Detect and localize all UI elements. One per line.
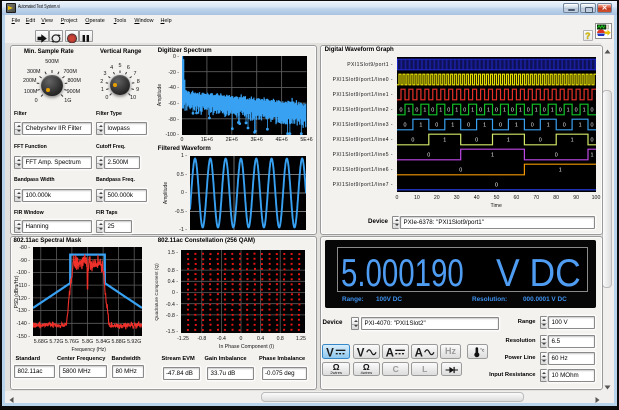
svg-text:1: 1 <box>579 122 582 128</box>
svg-text:0: 0 <box>563 122 566 128</box>
svg-text:1: 1 <box>519 107 522 113</box>
svg-text:0: 0 <box>447 107 450 113</box>
svg-text:0: 0 <box>531 122 534 128</box>
svg-text:1: 1 <box>471 107 474 113</box>
svg-text:0: 0 <box>575 107 578 113</box>
svg-text:0: 0 <box>591 107 594 113</box>
svg-text:0: 0 <box>475 137 478 143</box>
svg-text:1: 1 <box>567 107 570 113</box>
svg-text:1: 1 <box>487 107 490 113</box>
svg-text:0: 0 <box>459 167 462 173</box>
svg-text:1: 1 <box>491 152 494 158</box>
svg-text:0: 0 <box>411 137 414 143</box>
svg-text:0: 0 <box>543 107 546 113</box>
svg-text:1: 1 <box>515 122 518 128</box>
svg-text:0: 0 <box>415 107 418 113</box>
svg-text:0: 0 <box>511 107 514 113</box>
svg-text:1: 1 <box>571 137 574 143</box>
svg-text:1: 1 <box>507 137 510 143</box>
svg-text:0: 0 <box>555 152 558 158</box>
svg-text:1: 1 <box>583 107 586 113</box>
svg-text:A: A <box>385 347 394 358</box>
svg-text:1: 1 <box>551 107 554 113</box>
svg-text:0: 0 <box>539 137 542 143</box>
svg-text:0: 0 <box>467 122 470 128</box>
svg-text:0: 0 <box>495 182 498 188</box>
svg-text:1: 1 <box>423 107 426 113</box>
svg-text:0: 0 <box>431 107 434 113</box>
svg-text:0: 0 <box>495 107 498 113</box>
svg-text:1: 1 <box>455 107 458 113</box>
svg-text:0: 0 <box>400 107 403 113</box>
svg-text:0: 0 <box>479 107 482 113</box>
svg-text:0: 0 <box>404 122 407 128</box>
svg-text:1: 1 <box>503 107 506 113</box>
svg-text:0: 0 <box>559 107 562 113</box>
svg-text:1: 1 <box>443 137 446 143</box>
svg-text:1: 1 <box>451 122 454 128</box>
svg-text:1: 1 <box>547 122 550 128</box>
svg-text:1: 1 <box>407 107 410 113</box>
svg-text:1: 1 <box>559 167 562 173</box>
svg-text:0: 0 <box>463 107 466 113</box>
svg-text:V: V <box>356 347 364 358</box>
svg-text:1: 1 <box>535 107 538 113</box>
svg-text:1: 1 <box>439 107 442 113</box>
svg-text:0: 0 <box>527 107 530 113</box>
svg-text:0: 0 <box>427 152 430 158</box>
svg-text:0: 0 <box>591 122 594 128</box>
svg-text:0: 0 <box>435 122 438 128</box>
svg-text:1: 1 <box>419 122 422 128</box>
svg-text:1: 1 <box>591 152 594 158</box>
svg-text:V: V <box>326 347 334 358</box>
svg-text:0: 0 <box>499 122 502 128</box>
svg-text:1: 1 <box>483 122 486 128</box>
svg-text:0: 0 <box>591 137 594 143</box>
svg-text:A: A <box>414 347 423 358</box>
svg-text:°c: °c <box>480 347 485 353</box>
